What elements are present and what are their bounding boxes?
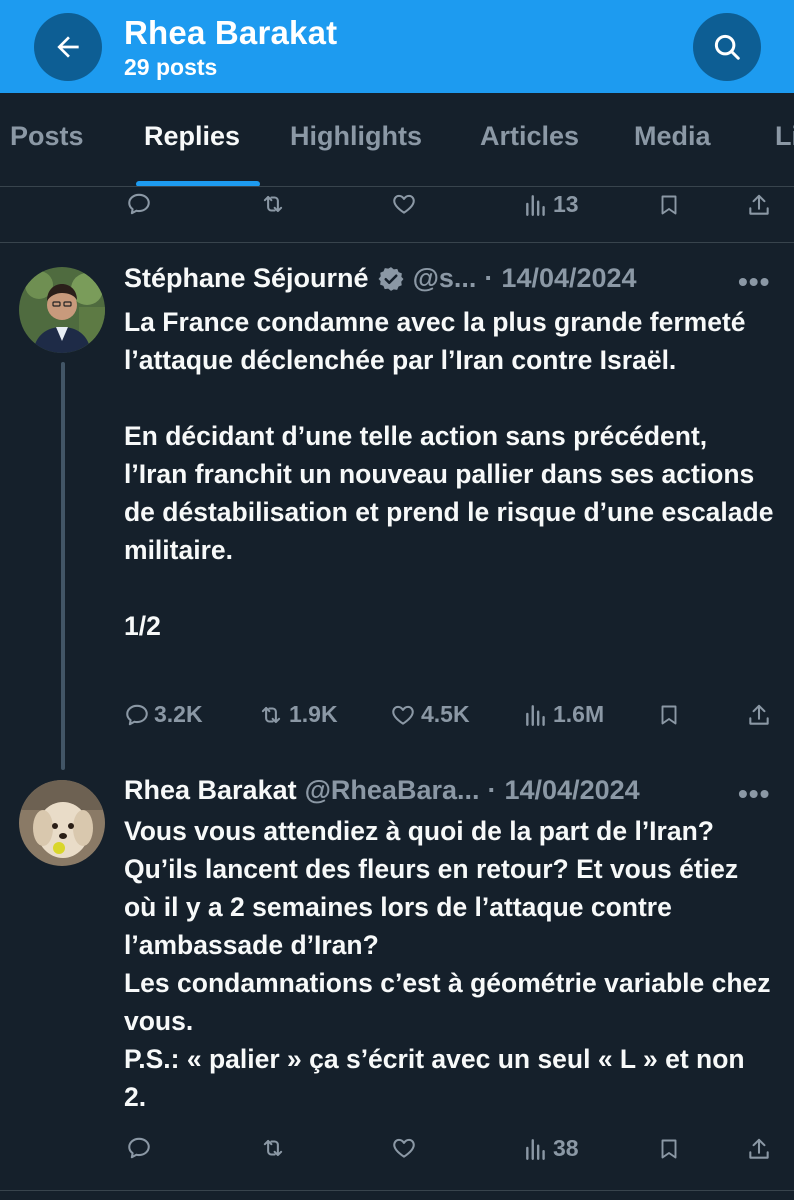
search-icon	[714, 34, 740, 60]
tweet1-reply-count: 3.2K	[154, 701, 203, 727]
retweet-icon	[263, 1139, 283, 1157]
profile-name-title: Rhea Barakat	[124, 14, 338, 51]
tweet2-share-button[interactable]	[746, 1135, 772, 1163]
tweet1-retweet-count: 1.9K	[289, 701, 338, 727]
bookmark-icon	[661, 195, 677, 215]
tweet2-header: Rhea Barakat @RheaBara... · 14/04/2024	[124, 775, 640, 806]
tweet1-like-button[interactable]: 4.5K	[389, 701, 470, 728]
tweet2-reply-button[interactable]	[126, 1135, 152, 1161]
tab-media[interactable]: Media	[634, 121, 711, 152]
heart-icon	[392, 705, 414, 725]
tweet-divider	[0, 242, 794, 243]
prev-share-button[interactable]	[746, 191, 772, 219]
tweet1-bookmark-button[interactable]	[657, 701, 681, 729]
arrow-left-icon	[57, 36, 79, 58]
tweet2-like-button[interactable]	[390, 1135, 418, 1161]
tweet2-separator: ·	[487, 775, 497, 805]
post-count: 29 posts	[124, 54, 218, 80]
heart-icon	[393, 1138, 415, 1158]
heart-icon	[393, 194, 415, 214]
tab-posts[interactable]: Posts	[10, 121, 84, 152]
tweet2-bookmark-button[interactable]	[657, 1135, 681, 1163]
reply-icon	[128, 1137, 150, 1159]
tweet1-header: Stéphane Séjourné @s... · 14/04/2024	[124, 263, 637, 294]
retweet-icon	[261, 706, 281, 723]
tweet2-date[interactable]: 14/04/2024	[505, 775, 640, 806]
search-button[interactable]	[693, 13, 761, 81]
tweet1-date[interactable]: 14/04/2024	[501, 263, 636, 294]
tweet1-views-button[interactable]: 1.6M	[523, 701, 604, 728]
avatar-rhea[interactable]	[19, 780, 105, 866]
prev-views-button[interactable]: 13	[523, 191, 579, 218]
share-icon	[749, 1138, 769, 1159]
share-icon	[749, 704, 769, 725]
tweet1-retweet-button[interactable]: 1.9K	[257, 701, 338, 728]
views-icon	[526, 1138, 545, 1160]
tweet2-handle[interactable]: @RheaBara...	[305, 775, 480, 806]
retweet-icon	[263, 195, 283, 213]
tweet1-reply-button[interactable]: 3.2K	[124, 701, 203, 728]
views-icon	[526, 704, 545, 726]
tweet1-more-icon[interactable]: •••	[738, 266, 770, 298]
tweet1-separator: ·	[484, 263, 494, 293]
prev-like-button[interactable]	[390, 191, 418, 217]
back-button[interactable]	[34, 13, 102, 81]
tab-likes[interactable]: Li	[775, 121, 794, 152]
tweet1-handle[interactable]: @s...	[413, 263, 477, 294]
share-icon	[749, 194, 769, 215]
tab-replies[interactable]: Replies	[144, 121, 240, 152]
reply-icon	[126, 704, 148, 725]
tweet1-text: La France condamne avec la plus grande f…	[124, 307, 774, 641]
bookmark-icon	[661, 705, 677, 725]
profile-tabs: Posts Replies Highlights Articles Media …	[0, 93, 794, 187]
tweet2-author-name[interactable]: Rhea Barakat	[124, 775, 297, 806]
tweet2-text: Vous vous attendiez à quoi de la part de…	[124, 816, 771, 1112]
profile-header: Rhea Barakat 29 posts	[0, 0, 794, 93]
tweet2-more-icon[interactable]: •••	[738, 778, 770, 810]
verified-badge-icon	[378, 266, 404, 291]
bookmark-icon	[661, 1139, 677, 1159]
tweet1-views-count: 1.6M	[553, 701, 605, 727]
tab-highlights[interactable]: Highlights	[290, 121, 422, 152]
tweet1-author-name[interactable]: Stéphane Séjourné	[124, 263, 369, 294]
tweet-divider	[0, 1190, 794, 1191]
views-icon	[526, 194, 545, 216]
avatar-stephane[interactable]	[19, 267, 105, 353]
prev-reply-button[interactable]	[126, 191, 152, 217]
thread-connector	[61, 362, 65, 770]
prev-views-count: 13	[553, 191, 579, 217]
tab-articles[interactable]: Articles	[480, 121, 579, 152]
tweet2-retweet-button[interactable]	[259, 1135, 287, 1161]
reply-icon	[128, 193, 150, 215]
avatar-photo	[19, 267, 105, 353]
tweet1-share-button[interactable]	[746, 701, 772, 729]
tweet2-views-count: 38	[553, 1135, 579, 1161]
tweet2-views-button[interactable]: 38	[523, 1135, 579, 1162]
tabs-divider	[0, 186, 794, 187]
tweet1-like-count: 4.5K	[421, 701, 470, 727]
prev-retweet-button[interactable]	[259, 191, 287, 217]
prev-bookmark-button[interactable]	[657, 191, 681, 219]
avatar-photo	[19, 780, 105, 866]
